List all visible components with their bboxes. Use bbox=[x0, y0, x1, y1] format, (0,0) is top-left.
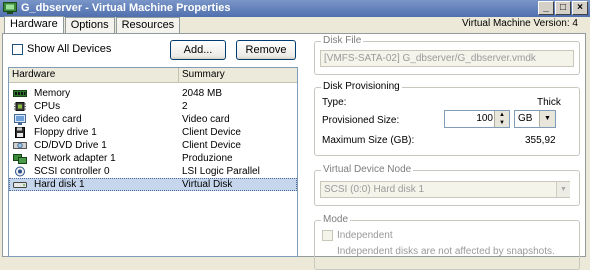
hardware-name: Network adapter 1 bbox=[34, 153, 116, 164]
size-unit-value: GB bbox=[518, 113, 533, 124]
provisioned-size-stepper[interactable]: 100 ▲ ▼ bbox=[444, 110, 510, 128]
column-header-summary[interactable]: Summary bbox=[179, 68, 225, 82]
window-controls: _ □ × bbox=[538, 1, 588, 15]
chevron-down-icon: ▼ bbox=[556, 182, 570, 197]
scsi-controller-icon bbox=[15, 166, 25, 177]
table-row[interactable]: SCSI controller 0 LSI Logic Parallel bbox=[9, 165, 297, 178]
provisioned-size-value[interactable]: 100 bbox=[476, 113, 493, 124]
vm-icon bbox=[3, 2, 17, 14]
hardware-summary: 2048 MB bbox=[182, 88, 223, 99]
hardware-name: Floppy drive 1 bbox=[34, 127, 97, 138]
hardware-name: Hard disk 1 bbox=[34, 179, 85, 190]
mode-label: Mode bbox=[321, 214, 351, 225]
maximum-size-label: Maximum Size (GB): bbox=[322, 135, 415, 146]
disk-file-label: Disk File bbox=[321, 35, 364, 46]
provisioned-size-label: Provisioned Size: bbox=[322, 115, 400, 126]
hardware-name: SCSI controller 0 bbox=[34, 166, 110, 177]
show-all-devices-checkbox[interactable]: Show All Devices bbox=[12, 43, 111, 55]
hardware-summary: Virtual Disk bbox=[182, 179, 233, 190]
add-button[interactable]: Add... bbox=[170, 40, 226, 60]
tab-hardware[interactable]: Hardware bbox=[4, 16, 64, 33]
hardware-name: Video card bbox=[34, 114, 82, 125]
independent-label: Independent bbox=[337, 230, 393, 242]
hardware-summary: Video card bbox=[182, 114, 230, 125]
table-row[interactable]: Memory 2048 MB bbox=[9, 87, 297, 100]
hardware-name: Memory bbox=[34, 88, 71, 99]
table-row-selected[interactable]: Hard disk 1 Virtual Disk bbox=[9, 178, 297, 191]
independent-checkbox: Independent bbox=[322, 230, 393, 241]
disk-provisioning-label: Disk Provisioning bbox=[321, 81, 402, 92]
hardware-summary: Client Device bbox=[182, 127, 241, 138]
stepper-up-arrow-icon[interactable]: ▲ bbox=[494, 111, 509, 119]
chevron-down-icon[interactable]: ▼ bbox=[539, 111, 555, 127]
table-row[interactable]: CPUs 2 bbox=[9, 100, 297, 113]
table-row[interactable]: Floppy drive 1 Client Device bbox=[9, 126, 297, 139]
video-card-icon bbox=[14, 114, 26, 125]
vm-version: Virtual Machine Version: 4 bbox=[462, 18, 578, 29]
stepper-down-arrow-icon[interactable]: ▼ bbox=[494, 119, 509, 127]
title-bar: G_dbserver - Virtual Machine Properties … bbox=[0, 0, 590, 17]
checkbox-box[interactable] bbox=[12, 43, 23, 55]
window-title: G_dbserver - Virtual Machine Properties bbox=[21, 2, 231, 14]
tab-options[interactable]: Options bbox=[64, 17, 115, 33]
type-label: Type: bbox=[322, 97, 347, 108]
close-button[interactable]: × bbox=[572, 1, 588, 15]
hardware-name: CD/DVD Drive 1 bbox=[34, 140, 107, 151]
hardware-table: Hardware Summary Memory 2048 MB CPUs 2 V… bbox=[8, 67, 298, 257]
hardware-summary: LSI Logic Parallel bbox=[182, 166, 260, 177]
mode-group: Mode bbox=[314, 214, 580, 270]
remove-button[interactable]: Remove bbox=[236, 40, 296, 60]
independent-description: Independent disks are not affected by sn… bbox=[337, 246, 555, 257]
checkbox-box bbox=[322, 230, 333, 241]
virtual-device-node-select: SCSI (0:0) Hard disk 1 bbox=[320, 181, 570, 198]
virtual-device-node-label: Virtual Device Node bbox=[321, 164, 414, 175]
column-header-hardware[interactable]: Hardware bbox=[9, 68, 179, 82]
memory-icon bbox=[13, 90, 27, 97]
disk-file-field: [VMFS-SATA-02] G_dbserver/G_dbserver.vmd… bbox=[320, 50, 574, 67]
tab-bar: Hardware Options Resources bbox=[4, 16, 181, 33]
table-header: Hardware Summary bbox=[9, 68, 297, 83]
minimize-button[interactable]: _ bbox=[538, 1, 554, 15]
table-row[interactable]: CD/DVD Drive 1 Client Device bbox=[9, 139, 297, 152]
maximize-button[interactable]: □ bbox=[555, 1, 571, 15]
tab-resources[interactable]: Resources bbox=[115, 17, 181, 33]
maximum-size-value: 355,92 bbox=[525, 135, 556, 146]
hard-disk-icon bbox=[13, 182, 27, 188]
cpu-icon bbox=[14, 102, 26, 111]
type-value: Thick bbox=[537, 97, 561, 108]
virtual-device-node-value: SCSI (0:0) Hard disk 1 bbox=[324, 184, 425, 195]
hardware-name: CPUs bbox=[34, 101, 61, 112]
hardware-summary: Produzione bbox=[182, 153, 233, 164]
table-row[interactable]: Network adapter 1 Produzione bbox=[9, 152, 297, 165]
cdrom-icon bbox=[13, 142, 27, 149]
floppy-icon bbox=[15, 127, 25, 138]
show-all-devices-label: Show All Devices bbox=[27, 43, 112, 55]
size-unit-select[interactable]: GB ▼ bbox=[514, 110, 556, 128]
network-adapter-icon bbox=[13, 154, 27, 164]
table-row[interactable]: Video card Video card bbox=[9, 113, 297, 126]
hardware-summary: 2 bbox=[182, 101, 188, 112]
hardware-summary: Client Device bbox=[182, 140, 241, 151]
